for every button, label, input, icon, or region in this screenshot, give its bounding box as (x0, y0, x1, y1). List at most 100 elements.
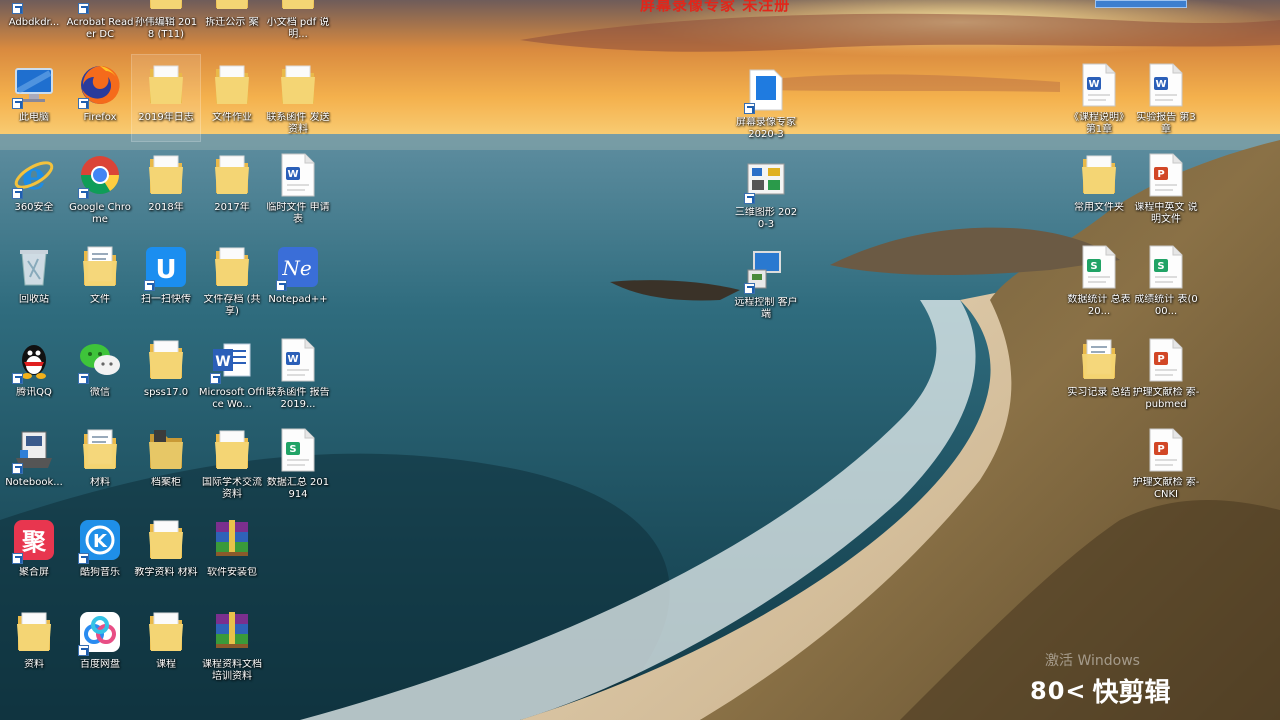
kuaijianji-text: 快剪辑 (1092, 678, 1171, 708)
desktop[interactable]: 屏幕录像专家 未注册 Adbdkdr... Acrobat Reader DC … (0, 0, 1280, 720)
desktop-icon-23[interactable]: spss17.0 (132, 330, 200, 416)
desktop-icon-32[interactable]: K 酷狗音乐 (66, 510, 134, 596)
desktop-icon-1[interactable]: Adbdkdr... (0, 0, 68, 46)
desktop-icon-label: 临时文件 申请表 (266, 202, 330, 225)
shortcut-arrow-icon (12, 553, 23, 564)
desktop-icon-49[interactable]: P 护理文献检 索-pubmed (1132, 330, 1200, 416)
desktop-icon-40[interactable]: 三维图形 2020-3 (732, 150, 800, 236)
desktop-icon-10[interactable]: 联系函件 发送资料 (264, 55, 332, 141)
folder-icon (208, 0, 256, 14)
desktop-icon-15[interactable]: W 临时文件 申请表 (264, 145, 332, 231)
desktop-icon-label: 教学资料 材料 (134, 567, 198, 578)
rar-icon (208, 608, 256, 656)
excel-icon: S (274, 426, 322, 474)
notebook-icon (10, 426, 58, 474)
desktop-icon-13[interactable]: 2018年 (132, 145, 200, 231)
desktop-icon-48[interactable]: 实习记录 总结 (1065, 330, 1133, 416)
recycle-icon (10, 243, 58, 291)
desktop-icon-50[interactable]: P 护理文献检 索-CNKI (1132, 420, 1200, 506)
desktop-icon-3[interactable]: 孙伟编辑 2018 (T11) (132, 0, 200, 46)
shortcut-arrow-icon (744, 103, 755, 114)
desktop-icon-16[interactable]: 回收站 (0, 237, 68, 323)
desktop-icon-label: 数据汇总 201914 (266, 477, 330, 500)
top-right-toolbar[interactable] (1095, 0, 1187, 8)
desktop-icon-45[interactable]: P 课程中英文 说明文件 (1132, 145, 1200, 231)
svg-text:聚: 聚 (21, 528, 47, 556)
desktop-icon-7[interactable]: Firefox (66, 55, 134, 141)
svg-text:S: S (289, 444, 296, 455)
word-icon: W (274, 151, 322, 199)
desktop-icon-21[interactable]: 腾讯QQ (0, 330, 68, 416)
desktop-icon-label: 小文档 pdf 说明... (266, 17, 330, 40)
desktop-icon-33[interactable]: 教学资料 材料 (132, 510, 200, 596)
desktop-icon-22[interactable]: 微信 (66, 330, 134, 416)
svg-text:S: S (1090, 261, 1097, 272)
desktop-icon-46[interactable]: S 数据统计 总表20... (1065, 237, 1133, 323)
desktop-icon-38[interactable]: 课程资料文档 培训资料 (198, 602, 266, 688)
desktop-icon-35[interactable]: 资料 (0, 602, 68, 688)
desktop-icon-47[interactable]: S 成绩统计 表(000... (1132, 237, 1200, 323)
desktop-icon-14[interactable]: 2017年 (198, 145, 266, 231)
desktop-icon-label: 屏幕录像专家 2020-3 (736, 117, 796, 140)
desktop-icon-25[interactable]: W 联系函件 报告2019... (264, 330, 332, 416)
desktop-icon-37[interactable]: 课程 (132, 602, 200, 688)
folder-icon (142, 151, 190, 199)
desktop-icon-label: Firefox (83, 112, 117, 123)
desktop-icon-30[interactable]: S 数据汇总 201914 (264, 420, 332, 506)
desktop-icon-label: 联系函件 发送资料 (266, 112, 330, 135)
desktop-icon-label: 联系函件 报告2019... (266, 387, 330, 410)
desktop-icon-label: 《课程说明》 第1章 (1069, 112, 1129, 135)
desktop-icon-label: 材料 (90, 477, 110, 488)
folder-doc-icon (76, 243, 124, 291)
desktop-icon-8[interactable]: 2019年日志 (131, 54, 201, 142)
desktop-icon-5[interactable]: 小文档 pdf 说明... (264, 0, 332, 46)
desktop-icon-44[interactable]: 常用文件夹 (1065, 145, 1133, 231)
desktop-icon-label: 档案柜 (151, 477, 181, 488)
desktop-icon-label: 课程中英文 说明文件 (1134, 202, 1198, 225)
desktop-icon-label: 百度网盘 (80, 659, 120, 670)
desktop-icon-29[interactable]: 国际学术交流 资料 (198, 420, 266, 506)
desktop-icon-24[interactable]: W Microsoft Office Wo... (198, 330, 266, 416)
desktop-icon-42[interactable]: W 《课程说明》 第1章 (1065, 55, 1133, 141)
desktop-icon-label: 远程控制 客户端 (734, 297, 798, 320)
folder-doc-icon (76, 426, 124, 474)
desktop-icon-label: 聚合屏 (19, 567, 49, 578)
desktop-icon-label: 实验报告 第3章 (1136, 112, 1196, 135)
desktop-icon-39[interactable]: 屏幕录像专家 2020-3 (732, 60, 800, 146)
desktop-icon-17[interactable]: 文件 (66, 237, 134, 323)
shortcut-arrow-icon (78, 98, 89, 109)
desktop-icon-label: 回收站 (19, 294, 49, 305)
desktop-icon-2[interactable]: Acrobat Reader DC (66, 0, 134, 46)
svg-text:Ne: Ne (281, 256, 311, 280)
desktop-icon-12[interactable]: Google Chrome (66, 145, 134, 231)
desktop-icon-18[interactable]: U 扫一扫快传 (132, 237, 200, 323)
desktop-icon-27[interactable]: 材料 (66, 420, 134, 506)
desktop-icon-36[interactable]: 百度网盘 (66, 602, 134, 688)
desktop-icon-label: 软件安装包 (207, 567, 257, 578)
desktop-icon-31[interactable]: 聚 聚合屏 (0, 510, 68, 596)
shortcut-arrow-icon (12, 373, 23, 384)
desktop-icon-43[interactable]: W 实验报告 第3章 (1132, 55, 1200, 141)
desktop-icon-9[interactable]: 文件作业 (198, 55, 266, 141)
desktop-icon-6[interactable]: 此电脑 (0, 55, 68, 141)
desktop-icon-11[interactable]: e 360安全 (0, 145, 68, 231)
desktop-icon-20[interactable]: Ne Notepad++ (264, 237, 332, 323)
folder-icon (142, 0, 190, 14)
desktop-icon-41[interactable]: 远程控制 客户端 (732, 240, 800, 326)
folder-icon (142, 336, 190, 384)
desktop-icon-26[interactable]: Notebook... (0, 420, 68, 506)
desktop-icon-label: 国际学术交流 资料 (202, 477, 262, 500)
kuaijianji-logo-icon: 80< (1030, 676, 1087, 705)
ju-icon: 聚 (10, 516, 58, 564)
folder-icon (1075, 151, 1123, 199)
desktop-icon-34[interactable]: 软件安装包 (198, 510, 266, 596)
desktop-icon-4[interactable]: 拆迁公示 案 (198, 0, 266, 46)
desktop-icon-label: 课程资料文档 培训资料 (202, 659, 262, 682)
shortcut-arrow-icon (12, 98, 23, 109)
desktop-icon-19[interactable]: 文件存档 (共享) (198, 237, 266, 323)
notepad-icon: Ne (274, 243, 322, 291)
desktop-icon-28[interactable]: 档案柜 (132, 420, 200, 506)
excel-icon: S (1142, 243, 1190, 291)
shortcut-arrow-icon (78, 373, 89, 384)
desktop-icon-label: 360安全 (14, 202, 54, 213)
